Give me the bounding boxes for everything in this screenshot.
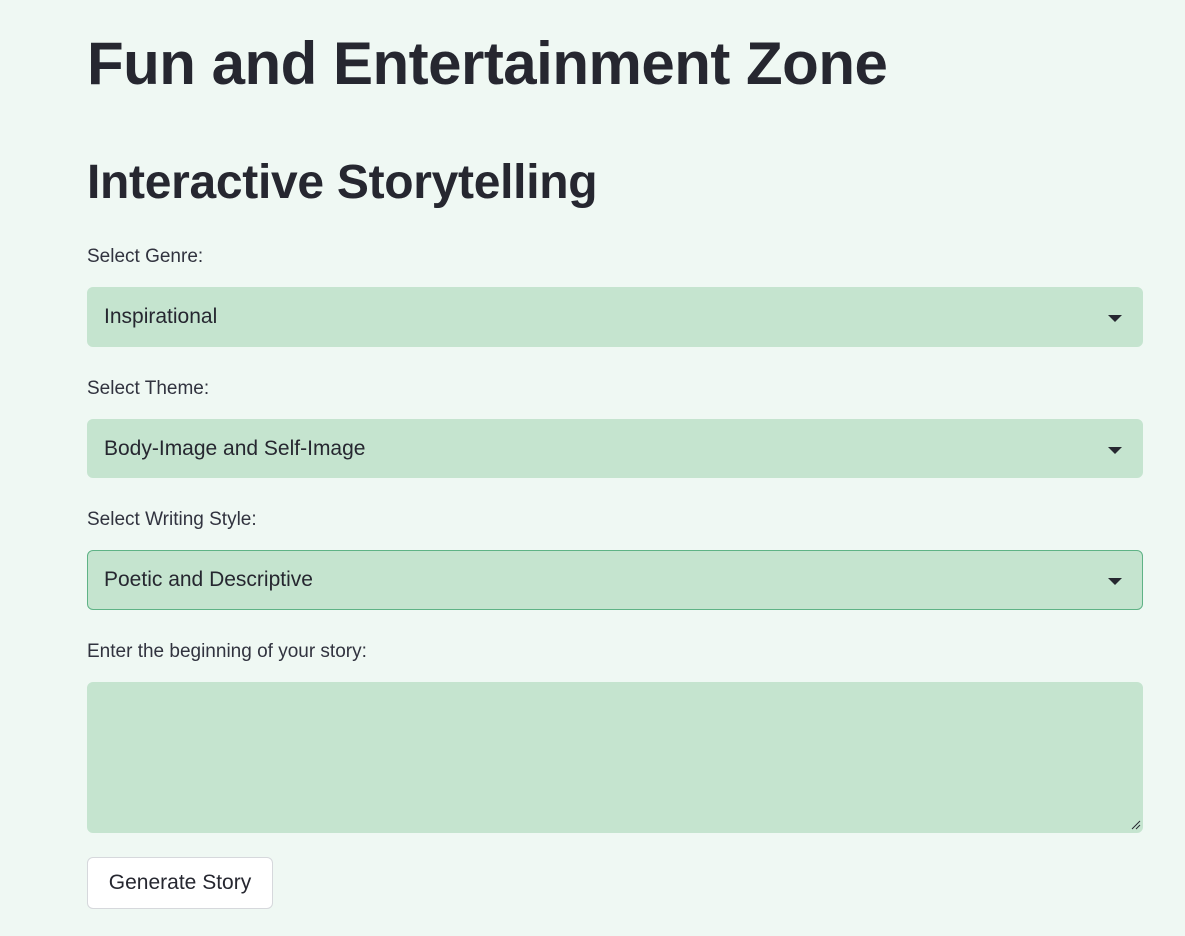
theme-select[interactable]: Body-Image and Self-Image	[87, 419, 1143, 478]
genre-select[interactable]: Inspirational	[87, 287, 1143, 347]
writing-style-select[interactable]: Poetic and Descriptive	[87, 550, 1143, 610]
section-title: Interactive Storytelling	[87, 156, 598, 209]
page-title: Fun and Entertainment Zone	[87, 30, 888, 97]
genre-label: Select Genre:	[87, 246, 204, 267]
chevron-down-icon[interactable]	[1108, 447, 1122, 454]
theme-label: Select Theme:	[87, 378, 210, 399]
story-beginning-textarea[interactable]	[87, 682, 1143, 833]
resize-handle-icon[interactable]	[1129, 818, 1141, 830]
story-beginning-label: Enter the beginning of your story:	[87, 641, 367, 662]
genre-select-value: Inspirational	[104, 305, 218, 328]
chevron-down-icon[interactable]	[1108, 315, 1122, 322]
writing-style-select-value: Poetic and Descriptive	[104, 568, 313, 591]
theme-select-value: Body-Image and Self-Image	[104, 437, 366, 460]
chevron-down-icon[interactable]	[1108, 578, 1122, 585]
writing-style-label: Select Writing Style:	[87, 509, 257, 530]
generate-story-button[interactable]: Generate Story	[87, 857, 273, 909]
